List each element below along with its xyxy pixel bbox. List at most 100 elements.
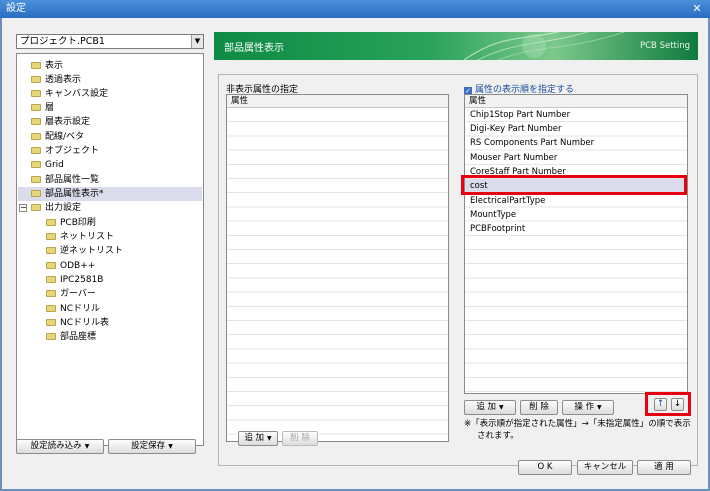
- tree-item-reverse-netlist[interactable]: 逆ネットリスト: [46, 244, 123, 258]
- move-down-icon[interactable]: ↓: [671, 398, 684, 411]
- tree-item-label: 配線/ベタ: [45, 132, 85, 142]
- tree-item-transparent[interactable]: 透過表示: [31, 73, 81, 87]
- project-select-value: プロジェクト.PCB1: [20, 36, 105, 47]
- tree-item-grid[interactable]: Grid: [31, 158, 64, 172]
- hidden-attr-grid[interactable]: 属性: [226, 94, 449, 442]
- tree-item-label: 出力設定: [45, 203, 82, 213]
- operate-button[interactable]: 操 作 ▼: [562, 400, 614, 415]
- order-delete-label: 削 除: [529, 402, 549, 412]
- folder-icon: [31, 161, 41, 168]
- chevron-down-icon[interactable]: ▼: [191, 35, 203, 48]
- list-item[interactable]: CoreStaff Part Number: [465, 165, 687, 179]
- order-note-line1: ※「表示順が指定された属性」→「未指定属性」の順で表示: [464, 419, 691, 429]
- tree-item-label: キャンバス設定: [45, 89, 109, 99]
- tree-item-label: 層表示設定: [45, 117, 91, 127]
- tree-item-layer[interactable]: 層: [31, 101, 54, 115]
- folder-icon: [46, 276, 56, 283]
- cancel-label: キャンセル: [583, 462, 627, 472]
- ok-button[interactable]: O K: [518, 460, 572, 475]
- tree-item-nc-drill[interactable]: NCドリル: [46, 302, 100, 316]
- save-settings-label: 設定保存: [131, 441, 166, 451]
- tree-item-display[interactable]: 表示: [31, 59, 63, 73]
- tree-item-label: 層: [45, 103, 55, 113]
- folder-icon: [31, 133, 41, 140]
- tree-item-label: ネットリスト: [60, 232, 115, 242]
- tree-item-label: NCドリル: [60, 304, 101, 314]
- page-subtitle: PCB Setting: [639, 41, 690, 51]
- section-banner: 部品属性表示 PCB Setting: [214, 32, 698, 60]
- folder-icon: [46, 305, 56, 312]
- folder-icon: [31, 62, 41, 69]
- apply-label: 適 用: [654, 462, 674, 472]
- tree-item-output[interactable]: 出力設定: [31, 201, 81, 215]
- order-note-line2: されます。: [477, 431, 519, 441]
- tree-item-label: ガーバー: [60, 289, 96, 299]
- folder-icon: [46, 319, 56, 326]
- tree-item-label: 透過表示: [45, 75, 82, 85]
- title-bar: 設定 ✕: [0, 0, 710, 18]
- cancel-button[interactable]: キャンセル: [577, 460, 633, 475]
- tree-item-part-coords[interactable]: 部品座標: [46, 330, 96, 344]
- list-item-selected[interactable]: cost: [465, 179, 687, 193]
- move-up-icon[interactable]: ↑: [654, 398, 667, 411]
- apply-button[interactable]: 適 用: [637, 460, 691, 475]
- hidden-add-button[interactable]: 追 加 ▼: [238, 431, 278, 446]
- list-item[interactable]: RS Components Part Number: [465, 136, 687, 150]
- order-add-button[interactable]: 追 加 ▼: [464, 400, 516, 415]
- tree-item-label: 逆ネットリスト: [60, 246, 124, 256]
- hidden-delete-label: 削 除: [290, 433, 310, 443]
- page-title: 部品属性表示: [224, 43, 284, 54]
- tree-item-label: 部品座標: [60, 332, 97, 342]
- folder-icon: [46, 219, 56, 226]
- tree-item-gerber[interactable]: ガーバー: [46, 287, 96, 301]
- folder-icon: [46, 333, 56, 340]
- chevron-down-icon: ▼: [499, 404, 504, 411]
- chevron-down-icon: ▼: [597, 404, 602, 411]
- save-settings-button[interactable]: 設定保存 ▼: [108, 439, 196, 454]
- ok-label: O K: [537, 462, 553, 472]
- folder-icon: [46, 247, 56, 254]
- tree-item-label: 部品属性表示*: [45, 189, 104, 199]
- tree-item-label: Grid: [45, 160, 64, 170]
- tree-item-label: NCドリル表: [60, 318, 110, 328]
- window-title: 設定: [6, 3, 26, 14]
- grid-rows: [227, 108, 448, 441]
- tree-item-object[interactable]: オブジェクト: [31, 144, 99, 158]
- tree-item-ipc2581b[interactable]: IPC2581B: [46, 273, 103, 287]
- tree-item-netlist[interactable]: ネットリスト: [46, 230, 114, 244]
- collapse-icon[interactable]: −: [19, 204, 27, 212]
- tree-item-part-attr-display[interactable]: 部品属性表示*: [18, 187, 202, 201]
- list-item[interactable]: PCBFootprint: [465, 222, 687, 236]
- hidden-add-label: 追 加: [244, 433, 265, 443]
- close-icon[interactable]: ✕: [686, 1, 708, 16]
- folder-icon: [46, 262, 56, 269]
- load-settings-button[interactable]: 設定読み込み ▼: [16, 439, 104, 454]
- folder-icon: [31, 176, 41, 183]
- settings-window: プロジェクト.PCB1 ▼ 表示 透過表示 キャンバス設定 層 層表示設定 配線…: [2, 18, 708, 489]
- tree-item-wiring[interactable]: 配線/ベタ: [31, 130, 84, 144]
- folder-icon: [46, 290, 56, 297]
- folder-icon: [31, 118, 41, 125]
- chevron-down-icon: ▼: [168, 443, 173, 450]
- operate-label: 操 作: [574, 402, 595, 412]
- tree-item-label: 表示: [45, 61, 64, 71]
- tree-item-odb[interactable]: ODB++: [46, 259, 95, 273]
- banner-decoration: [464, 32, 625, 60]
- tree-item-label: PCB印刷: [60, 218, 96, 228]
- folder-icon: [31, 147, 41, 154]
- list-item[interactable]: Chip1Stop Part Number: [465, 108, 687, 122]
- tree-item-pcb-print[interactable]: PCB印刷: [46, 216, 96, 230]
- list-item[interactable]: Digi-Key Part Number: [465, 122, 687, 136]
- list-item[interactable]: Mouser Part Number: [465, 151, 687, 165]
- tree-item-label: オブジェクト: [45, 146, 100, 156]
- order-delete-button[interactable]: 削 除: [520, 400, 558, 415]
- tree-item-nc-drill-table[interactable]: NCドリル表: [46, 316, 109, 330]
- hidden-delete-button[interactable]: 削 除: [282, 431, 318, 446]
- tree-item-canvas[interactable]: キャンバス設定: [31, 87, 108, 101]
- project-select[interactable]: プロジェクト.PCB1 ▼: [16, 34, 204, 49]
- tree-item-layer-display[interactable]: 層表示設定: [31, 115, 90, 129]
- list-item[interactable]: ElectricalPartType: [465, 194, 687, 208]
- list-item[interactable]: MountType: [465, 208, 687, 222]
- attr-order-grid[interactable]: 属性 Chip1Stop Part Number Digi-Key Part N…: [464, 94, 688, 394]
- tree-item-part-attr-list[interactable]: 部品属性一覧: [31, 173, 99, 187]
